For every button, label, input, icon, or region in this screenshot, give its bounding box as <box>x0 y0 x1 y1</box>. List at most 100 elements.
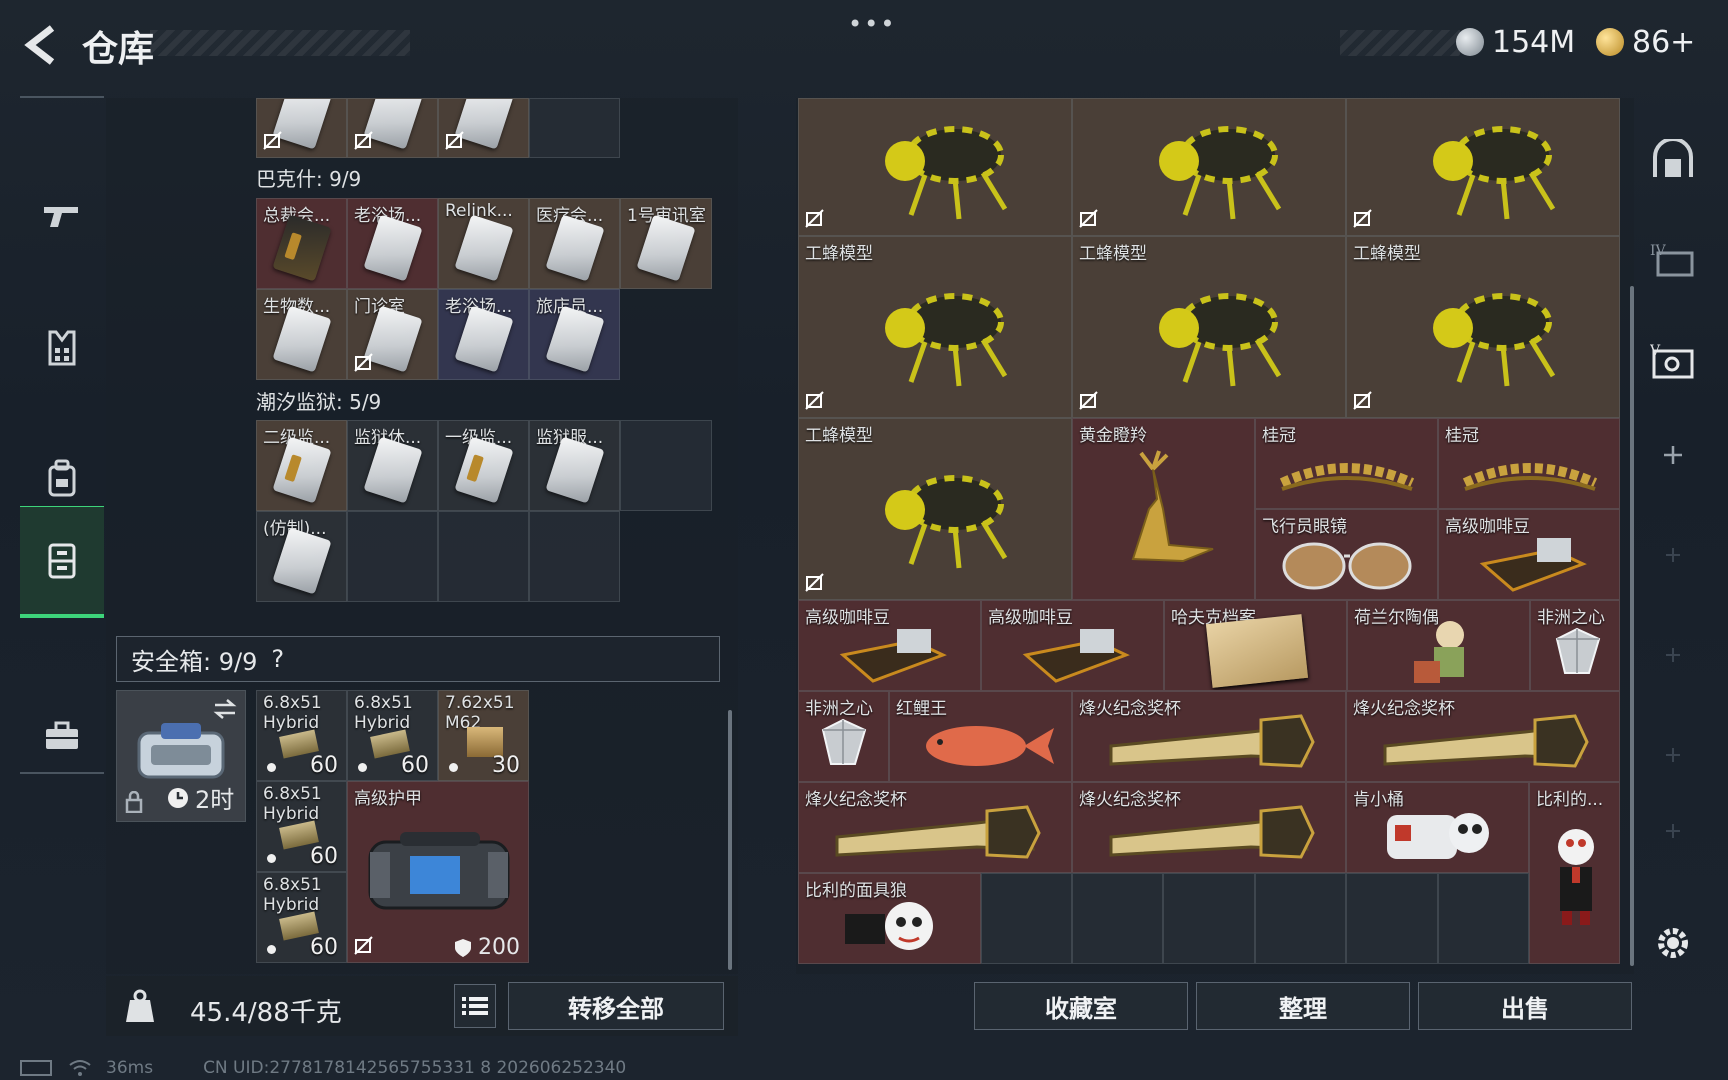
left-scrollbar[interactable] <box>728 710 732 970</box>
clock-icon <box>168 787 188 808</box>
currency-silver[interactable]: 154M <box>1456 22 1575 62</box>
ammo-item[interactable]: 6.8x51 Hybrid 60 <box>256 781 347 872</box>
grid-cell-empty[interactable] <box>1438 873 1529 964</box>
gear-icon <box>1658 928 1688 958</box>
keycard-item[interactable]: 生物数... <box>256 289 347 380</box>
golden-deer-icon <box>1131 450 1214 563</box>
more-menu-icon[interactable]: ••• <box>848 10 896 38</box>
billy-item[interactable]: 比利的... <box>1529 782 1620 964</box>
currency-silver-value: 154M <box>1492 24 1576 60</box>
crown-item[interactable]: 桂冠 <box>1255 418 1438 509</box>
keycard-item[interactable]: 门诊室 <box>347 289 438 380</box>
african-heart-item[interactable]: 非洲之心 <box>798 691 889 782</box>
kenny-item[interactable]: 肯小桶 <box>1346 782 1529 873</box>
keycard-item[interactable]: 监狱休... <box>347 420 438 511</box>
gun-icon <box>44 207 78 227</box>
keycard-item[interactable]: 老浴场... <box>347 198 438 289</box>
grid-cell-empty[interactable] <box>1346 873 1438 964</box>
armor-item[interactable]: 高级护甲 200 <box>347 781 529 963</box>
keycard-item[interactable]: 医疗会... <box>529 198 620 289</box>
keycard-item[interactable]: 老浴场... <box>438 289 529 380</box>
trophy-item[interactable]: 烽火纪念奖杯 <box>1346 691 1620 782</box>
ammo-item[interactable]: 7.62x51 M62 30 <box>438 690 529 781</box>
bee-model-item[interactable] <box>1072 98 1346 236</box>
coffee-item[interactable]: 高级咖啡豆 <box>981 600 1164 691</box>
figurine-icon <box>1414 621 1464 683</box>
ammo-item[interactable]: 6.8x51 Hybrid 60 <box>256 872 347 963</box>
keycard-item[interactable]: 总裁会... <box>256 198 347 289</box>
list-icon <box>462 997 488 1015</box>
keycard-item[interactable]: 监狱服... <box>529 420 620 511</box>
swap-icon[interactable] <box>213 699 237 719</box>
file-icon <box>1205 614 1309 688</box>
african-heart-item[interactable]: 非洲之心 <box>1530 600 1620 691</box>
bee-model-icon <box>1433 126 1556 220</box>
help-icon[interactable]: ? <box>271 645 284 673</box>
keycard-item[interactable]: Relink... <box>438 198 529 289</box>
nav-armor[interactable] <box>20 298 104 398</box>
right-scrollbar[interactable] <box>1630 286 1634 966</box>
page-title: 仓库 <box>82 29 155 70</box>
red-koi-item[interactable]: 红鲤王 <box>889 691 1072 782</box>
grid-cell-empty[interactable] <box>1255 873 1346 964</box>
nav-briefcase[interactable] <box>20 686 104 786</box>
keycard-item[interactable]: 一级监... <box>438 420 529 511</box>
trophy-item[interactable]: 烽火纪念奖杯 <box>1072 691 1346 782</box>
trophy-icon <box>835 805 1041 859</box>
keycard-item[interactable]: 二级监... <box>256 420 347 511</box>
aviator-glasses-item[interactable]: 飞行员眼镜 <box>1255 509 1438 600</box>
keycard-item[interactable]: (仿制)... <box>256 511 347 602</box>
currency-gold[interactable]: 86+ <box>1596 22 1695 62</box>
bee-model-item[interactable] <box>1346 98 1620 236</box>
backpack-icon <box>48 459 76 497</box>
coffee-item[interactable]: 高级咖啡豆 <box>1438 509 1620 600</box>
nav-storage[interactable] <box>20 506 104 618</box>
grid-cell-empty[interactable] <box>438 511 529 602</box>
grid-cell-empty[interactable] <box>1072 873 1163 964</box>
collection-room-button[interactable]: 收藏室 <box>974 982 1188 1030</box>
dutch-figurine-item[interactable]: 荷兰尔陶偶 <box>1347 600 1530 691</box>
sort-button[interactable]: 整理 <box>1196 982 1410 1030</box>
grid-cell-empty[interactable] <box>1163 873 1255 964</box>
trophy-item[interactable]: 烽火纪念奖杯 <box>798 782 1072 873</box>
transfer-all-button[interactable]: 转移全部 <box>508 982 724 1030</box>
weight-icon <box>124 988 156 1024</box>
keycard-item[interactable]: 1号审讯室 <box>620 198 712 289</box>
grid-cell-empty[interactable] <box>981 873 1072 964</box>
crown-item[interactable]: 桂冠 <box>1438 418 1620 509</box>
ammo-item[interactable]: 6.8x51 Hybrid 60 <box>347 690 438 781</box>
harken-file-item[interactable]: 哈夫克档案 <box>1164 600 1347 691</box>
grid-cell[interactable] <box>256 98 347 158</box>
grid-cell-empty[interactable] <box>347 511 438 602</box>
grid-cell[interactable] <box>438 98 529 158</box>
coffee-item[interactable]: 高级咖啡豆 <box>798 600 981 691</box>
nav-weapons[interactable] <box>20 166 104 266</box>
grid-cell-empty[interactable] <box>620 420 712 511</box>
ammo-item[interactable]: 6.8x51 Hybrid 60 <box>256 690 347 781</box>
bee-model-item[interactable] <box>798 98 1072 236</box>
bee-model-item[interactable]: 工蜂模型 <box>1072 236 1346 418</box>
wifi-icon <box>69 1060 91 1076</box>
grid-cell-empty[interactable] <box>529 98 620 158</box>
settings-button[interactable] <box>1650 920 1696 966</box>
storage-tab-1[interactable] <box>1650 136 1696 182</box>
no-trade-icon <box>805 391 824 410</box>
storage-tab-4[interactable]: IV <box>1650 236 1696 282</box>
grid-cell[interactable] <box>347 98 438 158</box>
coffee-bag-icon <box>1022 629 1130 683</box>
storage-tab-5[interactable]: V <box>1650 336 1696 382</box>
trophy-item[interactable]: 烽火纪念奖杯 <box>1072 782 1346 873</box>
bee-model-item[interactable]: 工蜂模型 <box>798 236 1072 418</box>
golden-deer-item[interactable]: 黄金瞪羚 <box>1072 418 1255 600</box>
add-tab-button[interactable] <box>1650 432 1696 478</box>
plus-icon <box>1664 446 1682 464</box>
back-button[interactable] <box>20 22 60 68</box>
bee-model-item[interactable]: 工蜂模型 <box>1346 236 1620 418</box>
grid-cell-empty[interactable] <box>529 511 620 602</box>
safe-box-container[interactable]: 2时 <box>116 690 246 822</box>
bee-model-item[interactable]: 工蜂模型 <box>798 418 1072 600</box>
billy-mask-item[interactable]: 比利的面具狼 <box>798 873 981 964</box>
list-view-button[interactable] <box>454 984 496 1028</box>
sell-button[interactable]: 出售 <box>1418 982 1632 1030</box>
keycard-item[interactable]: 旅店员... <box>529 289 620 380</box>
